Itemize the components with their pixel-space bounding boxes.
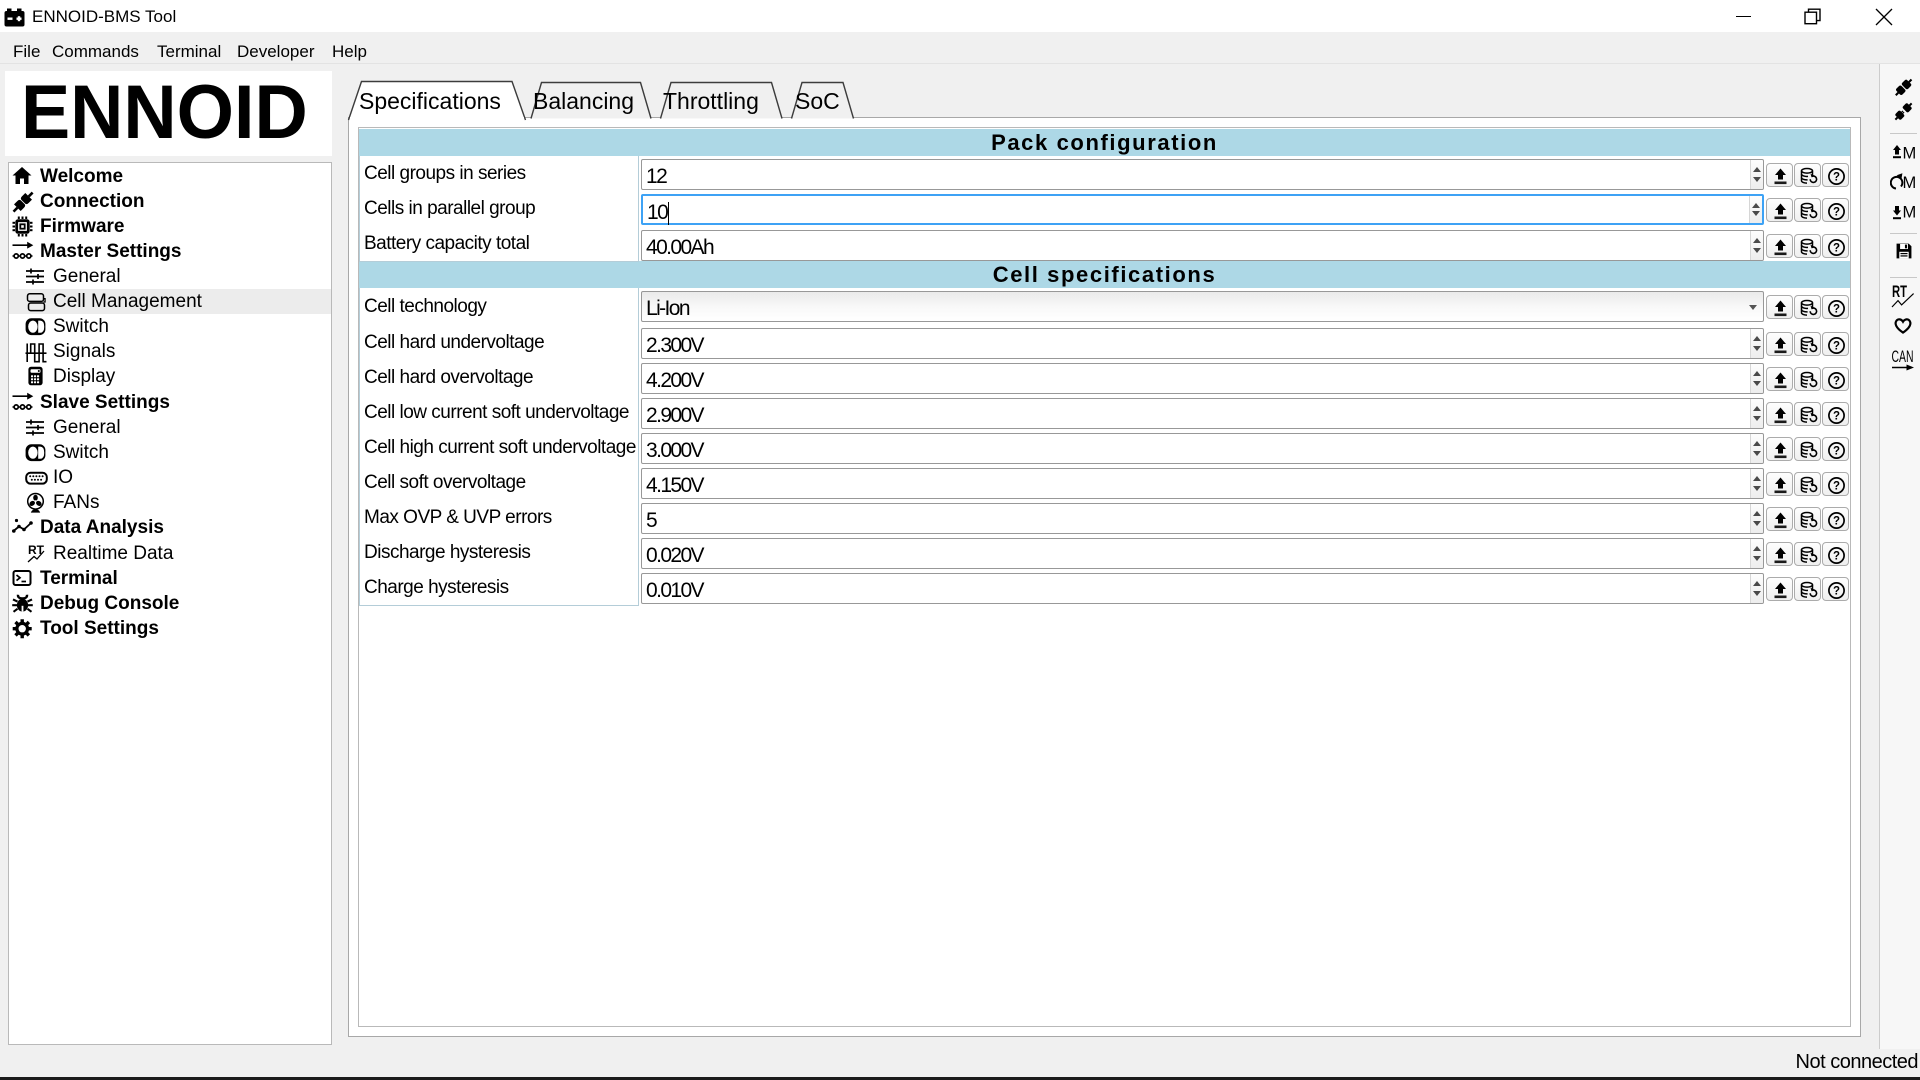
svg-text:?: ? bbox=[1833, 585, 1840, 597]
svg-text:M: M bbox=[1903, 204, 1917, 222]
svg-text:?: ? bbox=[1833, 550, 1840, 562]
svg-text:?: ? bbox=[1833, 445, 1840, 457]
svg-text:RT: RT bbox=[28, 543, 45, 557]
svg-text:M: M bbox=[1903, 145, 1917, 163]
svg-text:?: ? bbox=[1833, 206, 1840, 218]
svg-text:?: ? bbox=[1833, 375, 1840, 387]
svg-text:?: ? bbox=[1833, 515, 1840, 527]
svg-text:?: ? bbox=[1833, 242, 1840, 254]
svg-text:M: M bbox=[1903, 174, 1917, 192]
svg-text:RT: RT bbox=[1892, 284, 1907, 301]
svg-text:?: ? bbox=[1833, 340, 1840, 352]
svg-text:?: ? bbox=[1833, 303, 1840, 315]
svg-text:?: ? bbox=[1833, 480, 1840, 492]
svg-text:?: ? bbox=[1833, 410, 1840, 422]
svg-text:?: ? bbox=[1833, 171, 1840, 183]
svg-text:CAN: CAN bbox=[1892, 349, 1914, 366]
